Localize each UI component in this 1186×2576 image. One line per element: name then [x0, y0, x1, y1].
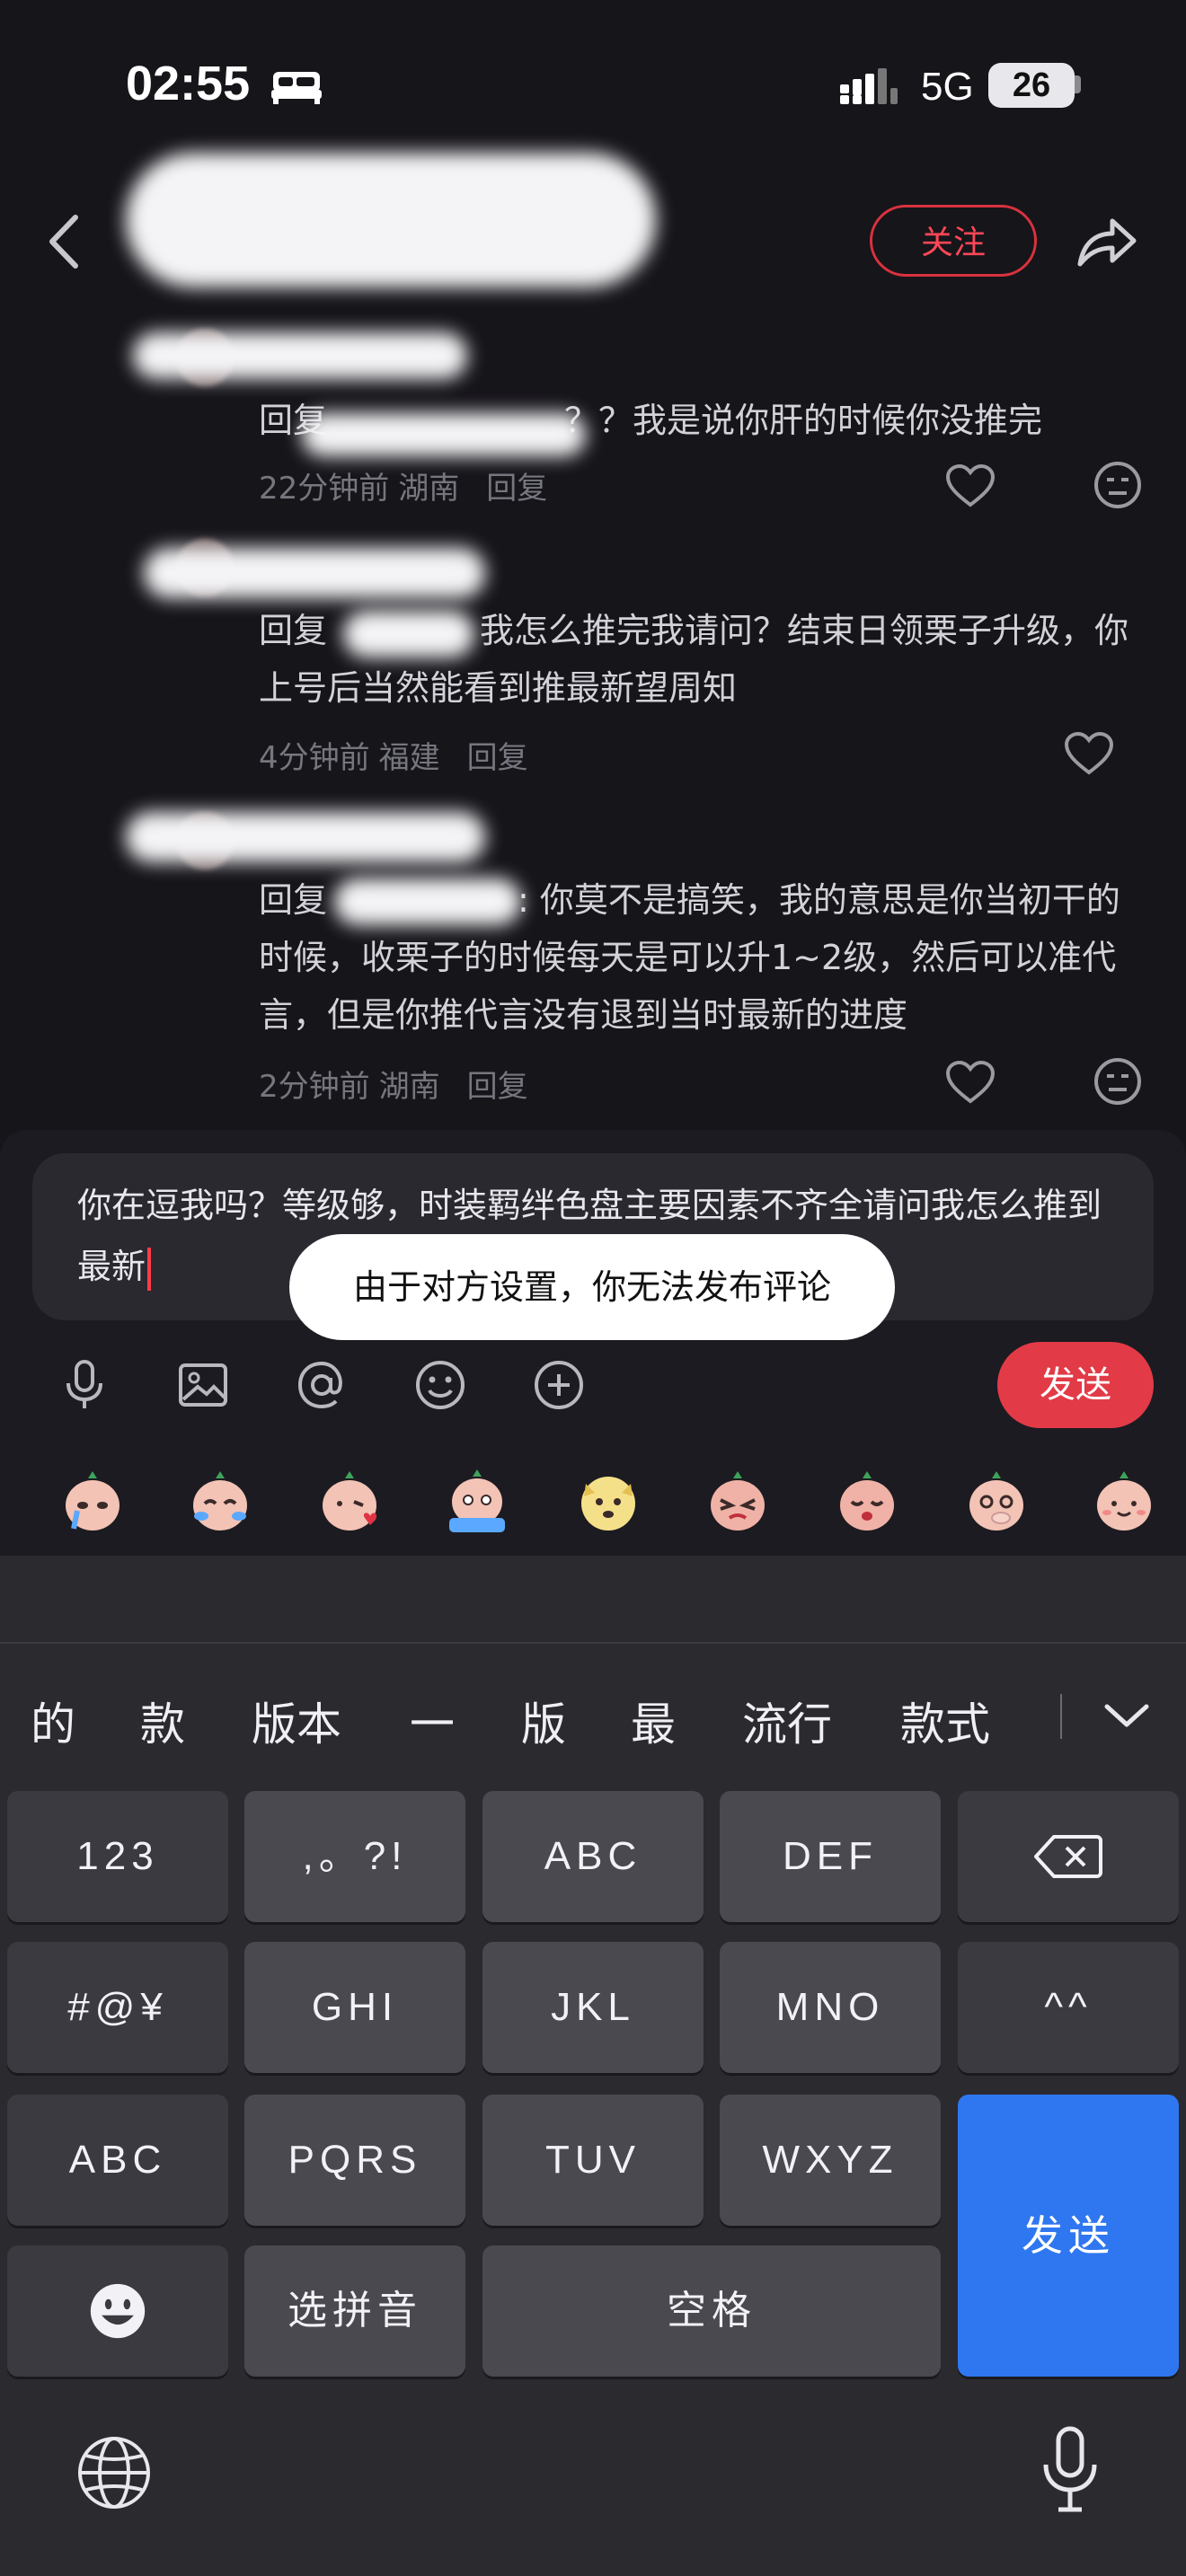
key-pqrs[interactable]: PQRS	[244, 2095, 465, 2226]
back-chevron-icon[interactable]	[43, 212, 88, 271]
dislike-face-icon[interactable]	[1093, 460, 1143, 510]
candidate-separator	[1060, 1694, 1062, 1739]
plus-circle-icon[interactable]	[532, 1358, 586, 1412]
image-icon[interactable]	[176, 1358, 230, 1412]
like-heart-icon[interactable]	[945, 1060, 996, 1105]
key-symbols[interactable]: #@¥	[7, 1942, 228, 2073]
sticker-dog-icon[interactable]	[573, 1466, 643, 1536]
username-redacted	[126, 812, 485, 862]
sticker-angry-icon[interactable]	[703, 1466, 773, 1536]
chevron-down-icon[interactable]	[1102, 1699, 1152, 1732]
battery-tip	[1075, 75, 1081, 93]
username-redacted	[133, 332, 467, 379]
share-icon[interactable]	[1075, 212, 1137, 269]
candidate-word[interactable]: 一	[410, 1689, 455, 1753]
sticker-kiss-icon[interactable]	[314, 1466, 385, 1536]
key-123[interactable]: 123	[7, 1791, 228, 1922]
key-emoticon[interactable]: ^^	[958, 1942, 1179, 2073]
mention-redacted	[343, 611, 474, 657]
key-jkl[interactable]: JKL	[482, 1942, 704, 2073]
sticker-tears-icon[interactable]	[185, 1466, 255, 1536]
comment-meta: 22分钟前 湖南 回复	[259, 471, 548, 507]
sticker-sneaky-icon[interactable]	[961, 1466, 1031, 1536]
space-key[interactable]: 空格	[482, 2245, 941, 2377]
key-tuv[interactable]: TUV	[482, 2095, 704, 2226]
backspace-icon	[1034, 1835, 1102, 1878]
microphone-icon[interactable]	[58, 1358, 111, 1412]
candidate-word[interactable]: 版	[521, 1689, 566, 1753]
dictation-microphone-icon[interactable]	[1039, 2425, 1102, 2515]
key-abc[interactable]: ABC	[482, 1791, 704, 1922]
smiley-icon	[90, 2283, 146, 2339]
key-def[interactable]: DEF	[720, 1791, 941, 1922]
candidate-word[interactable]: 最	[631, 1689, 676, 1753]
mention-redacted	[302, 413, 586, 456]
candidate-word[interactable]: 流行	[742, 1689, 832, 1753]
candidate-word[interactable]: 款	[140, 1689, 185, 1753]
mention-redacted	[334, 878, 521, 925]
author-info-redacted[interactable]	[126, 153, 656, 287]
sleep-focus-icon	[271, 72, 322, 104]
emoji-key[interactable]	[7, 2245, 228, 2377]
toolbar-divider	[0, 1642, 1186, 1644]
backspace-key[interactable]	[958, 1791, 1179, 1922]
signal-strength-icon	[840, 68, 898, 104]
candidate-word[interactable]: 版本	[252, 1689, 341, 1753]
key-wxyz[interactable]: WXYZ	[720, 2095, 941, 2226]
keyboard-send-key[interactable]: 发送	[958, 2095, 1179, 2377]
reply-button[interactable]: 回复	[467, 1069, 528, 1105]
username-redacted	[144, 548, 485, 598]
sticker-crying-icon[interactable]	[58, 1466, 128, 1536]
sticker-shocked-icon[interactable]	[442, 1466, 512, 1536]
network-type: 5G	[921, 65, 974, 109]
sticker-smile-icon[interactable]	[1089, 1466, 1159, 1536]
dislike-face-icon[interactable]	[1093, 1056, 1143, 1107]
globe-icon[interactable]	[75, 2434, 153, 2511]
emoji-icon[interactable]	[413, 1358, 467, 1412]
text-cursor	[147, 1247, 152, 1291]
like-heart-icon[interactable]	[1064, 731, 1114, 776]
key-punctuation[interactable]: ,。?!	[244, 1791, 465, 1922]
candidate-word[interactable]: 的	[31, 1689, 75, 1753]
battery-level: 26	[988, 63, 1075, 108]
key-english[interactable]: ABC	[7, 2095, 228, 2226]
send-button[interactable]: 发送	[997, 1342, 1154, 1428]
comment-meta: 2分钟前 湖南 回复	[259, 1069, 528, 1105]
error-toast: 由于对方设置，你无法发布评论	[289, 1234, 895, 1340]
mention-at-icon[interactable]	[295, 1358, 349, 1412]
sticker-pout-icon[interactable]	[832, 1466, 902, 1536]
reply-button[interactable]: 回复	[486, 471, 547, 507]
key-select-pinyin[interactable]: 选拼音	[244, 2245, 465, 2377]
follow-button[interactable]: 关注	[870, 205, 1037, 277]
reply-button[interactable]: 回复	[467, 740, 528, 776]
key-mno[interactable]: MNO	[720, 1942, 941, 2073]
key-ghi[interactable]: GHI	[244, 1942, 465, 2073]
comment-meta: 4分钟前 福建 回复	[259, 740, 528, 776]
like-heart-icon[interactable]	[945, 463, 996, 508]
status-time: 02:55	[126, 57, 251, 110]
candidate-word[interactable]: 款式	[900, 1689, 990, 1753]
